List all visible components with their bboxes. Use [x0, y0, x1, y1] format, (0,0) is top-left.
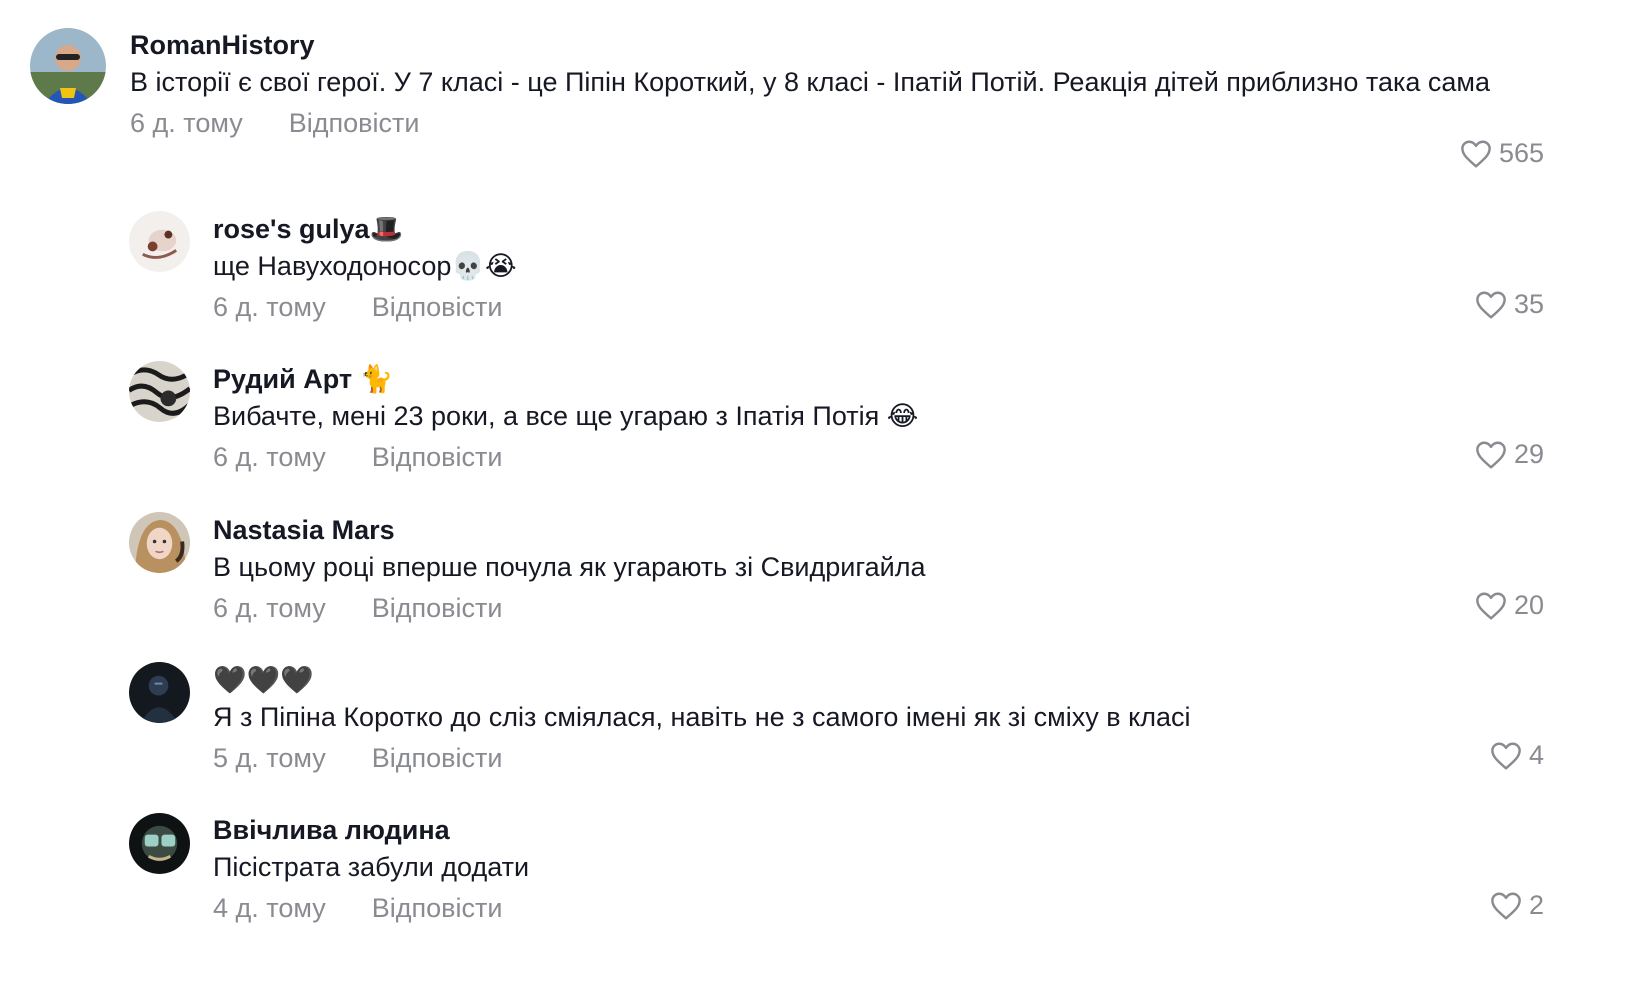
- comment-text: Вибачте, мені 23 роки, а все ще угараю з…: [213, 401, 919, 431]
- avatar[interactable]: [129, 361, 190, 422]
- comment-timestamp: 6 д. тому: [213, 593, 326, 623]
- comment-text: ще Навуходоносор💀😭: [213, 251, 517, 281]
- like-count: 2: [1528, 890, 1544, 920]
- avatar-image: [30, 28, 106, 104]
- avatar-image: [129, 361, 190, 422]
- heart-outline-icon: [1476, 441, 1506, 468]
- avatar[interactable]: [129, 813, 190, 874]
- comment-username[interactable]: Ввічлива людина: [213, 813, 1413, 847]
- comment-username[interactable]: rose's gulya🎩: [213, 212, 1413, 246]
- avatar[interactable]: [129, 662, 190, 723]
- like-button[interactable]: 4: [1489, 740, 1544, 771]
- avatar[interactable]: [30, 28, 106, 104]
- like-count: 35: [1513, 289, 1544, 319]
- comment-username[interactable]: 🖤🖤🖤: [213, 663, 1413, 697]
- avatar[interactable]: [129, 211, 190, 272]
- heart-outline-icon: [1476, 291, 1506, 318]
- comment-timestamp: 5 д. тому: [213, 743, 326, 773]
- comment-text: В цьому році вперше почула як угарають з…: [213, 552, 926, 582]
- avatar-image: [129, 813, 190, 874]
- comment-username[interactable]: Рудий Арт 🐈: [213, 362, 1413, 396]
- avatar-image: [129, 662, 190, 723]
- like-button[interactable]: 2: [1489, 890, 1544, 921]
- like-button[interactable]: 20: [1474, 590, 1544, 621]
- comment-timestamp: 6 д. тому: [213, 442, 326, 472]
- reply-button[interactable]: Відповісти: [289, 104, 420, 142]
- like-button[interactable]: 565: [1459, 138, 1544, 169]
- comment-timestamp: 6 д. тому: [130, 108, 243, 138]
- like-count: 29: [1513, 439, 1544, 469]
- avatar-image: [129, 211, 190, 272]
- heart-outline-icon: [1491, 892, 1521, 919]
- heart-outline-icon: [1461, 140, 1491, 167]
- like-count: 565: [1498, 138, 1544, 168]
- heart-outline-icon: [1491, 742, 1521, 769]
- comment-timestamp: 4 д. тому: [213, 893, 326, 923]
- like-button[interactable]: 35: [1474, 289, 1544, 320]
- reply-button[interactable]: Відповісти: [372, 889, 503, 927]
- like-count: 20: [1513, 590, 1544, 620]
- avatar[interactable]: [129, 512, 190, 573]
- comment-text: Пісістрата забули додати: [213, 852, 530, 882]
- reply-button[interactable]: Відповісти: [372, 288, 503, 326]
- comment-text: В історії є свої герої. У 7 класі - це П…: [130, 67, 1490, 97]
- comment-timestamp: 6 д. тому: [213, 292, 326, 322]
- avatar-image: [129, 512, 190, 573]
- like-button[interactable]: 29: [1474, 439, 1544, 470]
- comment-username[interactable]: Nastasia Mars: [213, 513, 1413, 547]
- like-count: 4: [1528, 740, 1544, 770]
- comment-username[interactable]: RomanHistory: [130, 28, 1530, 62]
- heart-outline-icon: [1476, 592, 1506, 619]
- comment-text: Я з Піпіна Коротко до сліз сміялася, нав…: [213, 702, 1191, 732]
- reply-button[interactable]: Відповісти: [372, 589, 503, 627]
- reply-button[interactable]: Відповісти: [372, 438, 503, 476]
- reply-button[interactable]: Відповісти: [372, 739, 503, 777]
